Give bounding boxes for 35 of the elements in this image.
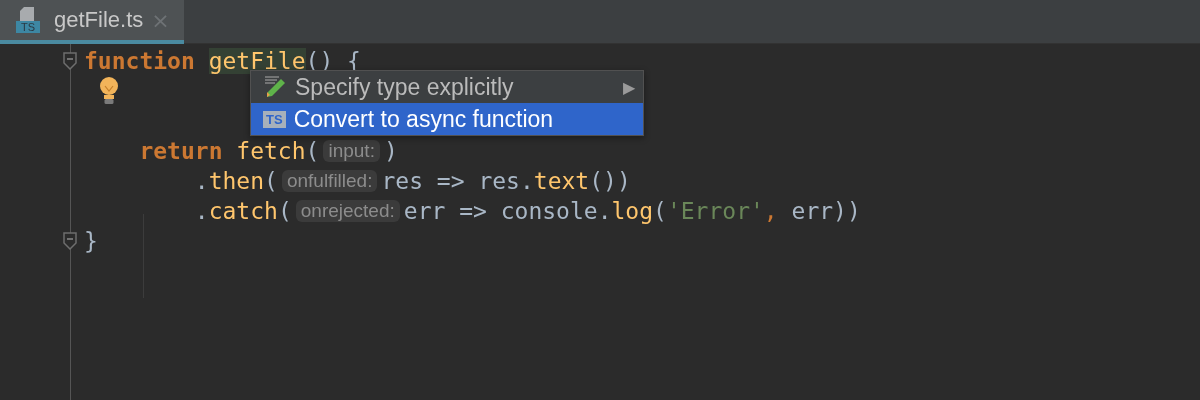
file-tab[interactable]: TS getFile.ts × <box>0 0 184 44</box>
menu-item[interactable]: Specify type explicitly ▶ <box>251 71 643 103</box>
menu-item[interactable]: TS Convert to async function <box>251 103 643 135</box>
code-token: , <box>763 198 778 224</box>
code-token: ) <box>383 138 398 164</box>
code-token: ()) <box>589 168 631 194</box>
parameter-hint: onrejected: <box>295 200 400 222</box>
code-token: function <box>84 48 195 74</box>
code-token: err => console. <box>403 198 612 224</box>
code-token: fetch <box>236 138 306 164</box>
ts-badge: TS <box>263 110 286 128</box>
lightbulb-icon[interactable] <box>98 76 120 106</box>
tab-label: getFile.ts <box>54 7 144 33</box>
code-token: log <box>611 198 654 224</box>
pencil-icon <box>263 75 287 99</box>
code-token: ( <box>653 198 667 224</box>
parameter-hint: input: <box>323 140 380 162</box>
code-token: getFile <box>208 48 306 74</box>
code-token: . <box>194 168 209 194</box>
code-token: return <box>139 138 223 164</box>
code-token: } <box>84 228 98 254</box>
code-token: ( <box>264 168 278 194</box>
code-token: catch <box>208 198 278 224</box>
code-token: ( <box>277 198 292 224</box>
submenu-arrow-icon: ▶ <box>623 77 635 97</box>
fold-icon[interactable] <box>63 232 77 250</box>
code-token: ( <box>305 138 320 164</box>
code-token: 'Error' <box>666 198 764 224</box>
code-token: text <box>533 168 590 194</box>
code-token: res => res. <box>381 168 534 194</box>
code-token: . <box>194 198 209 224</box>
fold-icon[interactable] <box>63 52 77 70</box>
code-token: then <box>208 168 265 194</box>
parameter-hint: onfulfilled: <box>281 170 378 192</box>
code-token: err)) <box>790 198 861 224</box>
